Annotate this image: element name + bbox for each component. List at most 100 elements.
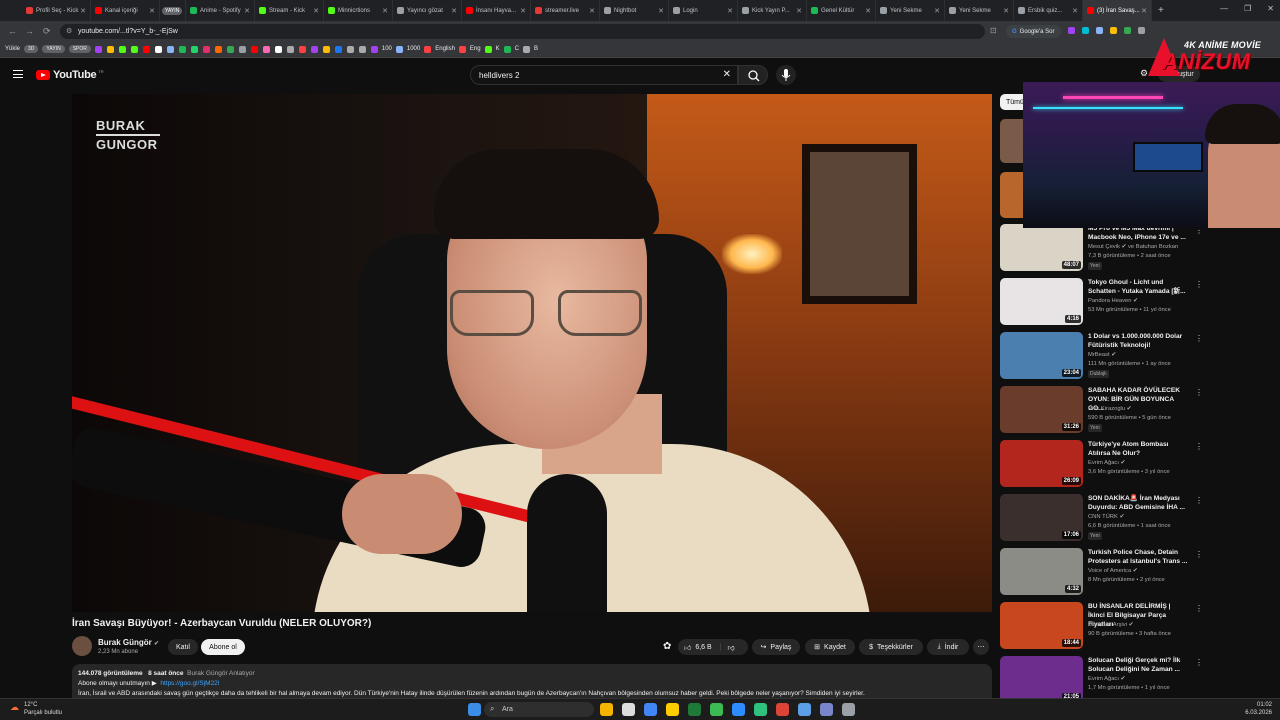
bookmark-icon[interactable] <box>484 45 492 53</box>
video-thumbnail[interactable]: 26:09 <box>1000 440 1083 487</box>
new-tab-button[interactable]: + <box>1158 5 1164 16</box>
tab-close-icon[interactable]: ✕ <box>1141 7 1147 15</box>
video-thumbnail[interactable]: 23:04 <box>1000 332 1083 379</box>
ai-icon[interactable]: ✿ <box>663 641 671 652</box>
url-field[interactable]: ⚙ youtube.com/...tl?v=Y_b-_-EjSw <box>60 24 985 39</box>
bookmark-spor[interactable]: SPOR <box>68 45 91 53</box>
bookmark-icon[interactable] <box>358 45 366 53</box>
bookmark-icon[interactable] <box>286 45 294 53</box>
clear-search-icon[interactable]: ✕ <box>723 69 731 80</box>
browser-tab[interactable]: Genel Kültür ✕ <box>807 0 876 21</box>
taskbar-app-icon[interactable] <box>710 703 723 716</box>
forward-icon[interactable]: → <box>25 26 34 36</box>
bookmark-3d[interactable]: 3D <box>24 45 39 53</box>
taskbar-app-icon[interactable] <box>644 703 657 716</box>
channel-avatar[interactable] <box>72 636 92 656</box>
bookmark-icon[interactable] <box>298 45 306 53</box>
tab-close-icon[interactable]: ✕ <box>589 7 595 15</box>
download-button[interactable]: ⤓ İndir <box>927 639 969 655</box>
cast-icon[interactable]: ⚙ <box>1140 68 1148 79</box>
related-video-channel[interactable]: CNN TÜRK ✔ <box>1088 514 1124 520</box>
taskbar-app-icon[interactable] <box>820 703 833 716</box>
video-thumbnail[interactable]: 21:05 <box>1000 656 1083 703</box>
browser-tab[interactable]: Login ✕ <box>669 0 738 21</box>
tab-close-icon[interactable]: ✕ <box>1072 7 1078 15</box>
related-video-channel[interactable]: MrBeast ✔ <box>1088 352 1116 358</box>
browser-tab[interactable]: Yayıncı gözat ✕ <box>393 0 462 21</box>
browser-tab[interactable]: Minnicrtions ✕ <box>324 0 393 21</box>
related-video-item[interactable]: 4:32 Turkish Police Chase, Detain Protest… <box>1000 548 1270 598</box>
share-button[interactable]: ↪ Paylaş <box>752 639 800 655</box>
like-button[interactable]: 👍︎ 6,6 B <box>684 643 712 652</box>
install-icon[interactable]: ⊡ <box>990 26 997 35</box>
more-options-icon[interactable]: ⋮ <box>1195 442 1203 451</box>
taskbar-app-icon[interactable] <box>732 703 745 716</box>
youtube-logo[interactable]: YouTube TR <box>36 69 104 81</box>
bookmark-icon[interactable] <box>238 45 246 53</box>
tab-close-icon[interactable]: ✕ <box>520 7 526 15</box>
browser-tab[interactable]: İnsanı Hayva... ✕ <box>462 0 531 21</box>
tab-close-icon[interactable]: ✕ <box>80 7 86 15</box>
bookmark-label[interactable]: 100 <box>382 46 392 52</box>
related-video-channel[interactable]: Pandora Heaven ✔ <box>1088 298 1138 304</box>
video-thumbnail[interactable]: 17:06 <box>1000 494 1083 541</box>
bookmark-icon[interactable] <box>118 45 126 53</box>
browser-tab[interactable]: Yeni Sekme ✕ <box>945 0 1014 21</box>
bookmark-icon[interactable] <box>142 45 150 53</box>
more-options-icon[interactable]: ⋮ <box>1195 280 1203 289</box>
browser-tab[interactable]: YAYIN <box>160 0 186 21</box>
taskbar-app-icon[interactable] <box>842 703 855 716</box>
bookmark-icon[interactable] <box>322 45 330 53</box>
bookmark-icon[interactable] <box>424 45 432 53</box>
tab-close-icon[interactable]: ✕ <box>451 7 457 15</box>
bookmark-icon[interactable] <box>130 45 138 53</box>
video-thumbnail[interactable]: 48:07 <box>1000 224 1083 271</box>
google-ask-button[interactable]: G Google'a Sor <box>1006 25 1061 38</box>
video-thumbnail[interactable] <box>1000 172 1023 218</box>
bookmark-icon[interactable] <box>166 45 174 53</box>
bookmark-label[interactable]: K <box>496 46 500 52</box>
save-button[interactable]: ⊞ Kaydet <box>805 639 855 655</box>
back-icon[interactable]: ← <box>8 26 17 36</box>
maximize-icon[interactable]: ❐ <box>1244 4 1251 13</box>
related-video-title[interactable]: Tokyo Ghoul - Licht und Schatten - Yutak… <box>1088 278 1188 296</box>
close-window-icon[interactable]: ✕ <box>1267 4 1274 13</box>
tab-close-icon[interactable]: ✕ <box>382 7 388 15</box>
browser-tab[interactable]: Profil Seç - Kick ✕ <box>22 0 91 21</box>
bookmark-icon[interactable] <box>214 45 222 53</box>
more-options-icon[interactable]: ⋮ <box>1195 658 1203 667</box>
more-options-icon[interactable]: ⋮ <box>1195 604 1203 613</box>
bookmark-icon[interactable] <box>334 45 342 53</box>
related-video-title[interactable]: Turkish Police Chase, Detain Protesters … <box>1088 548 1188 566</box>
more-actions-button[interactable]: ⋯ <box>973 639 989 655</box>
more-options-icon[interactable]: ⋮ <box>1195 496 1203 505</box>
bookmark-icon[interactable] <box>503 45 511 53</box>
bookmark-icon[interactable] <box>310 45 318 53</box>
related-video-channel[interactable]: Donanım Arşivi ✔ <box>1088 622 1133 628</box>
bookmark-label[interactable]: 1000 <box>407 46 420 52</box>
video-player[interactable]: BURAK GUNGOR <box>72 94 992 612</box>
browser-tab[interactable]: Kanal içeriği ✕ <box>91 0 160 21</box>
related-video-item[interactable]: 18:44 BU İNSANLAR DELİRMİŞ | İkinci El Bi… <box>1000 602 1270 652</box>
more-options-icon[interactable]: ⋮ <box>1195 334 1203 343</box>
site-info-icon[interactable]: ⚙ <box>66 27 72 35</box>
browser-tab[interactable]: streamer.live ✕ <box>531 0 600 21</box>
related-video-item[interactable]: 31:26 SABAHA KADAR ÖVÜLECEK OYUN: BİR GÜN… <box>1000 386 1270 436</box>
subscribe-button[interactable]: Abone ol <box>201 639 245 655</box>
search-input[interactable]: helldivers 2 ✕ <box>470 65 738 85</box>
voice-search-button[interactable] <box>776 65 796 85</box>
taskbar-app-icon[interactable] <box>688 703 701 716</box>
bookmark-icon[interactable] <box>262 45 270 53</box>
extension-icon[interactable] <box>1096 27 1103 34</box>
video-thumbnail[interactable]: 31:26 <box>1000 386 1083 433</box>
extension-icon[interactable] <box>1110 27 1117 34</box>
bookmark-icon[interactable] <box>346 45 354 53</box>
browser-tab[interactable]: Nightbot ✕ <box>600 0 669 21</box>
related-video-channel[interactable]: Evrim Ağacı ✔ <box>1088 460 1125 466</box>
tab-close-icon[interactable]: ✕ <box>149 7 155 15</box>
extension-icon[interactable] <box>1138 27 1145 34</box>
bookmark-icon[interactable] <box>370 45 378 53</box>
taskbar-app-icon[interactable] <box>600 703 613 716</box>
search-button[interactable] <box>738 65 768 85</box>
bookmark-icon[interactable] <box>178 45 186 53</box>
